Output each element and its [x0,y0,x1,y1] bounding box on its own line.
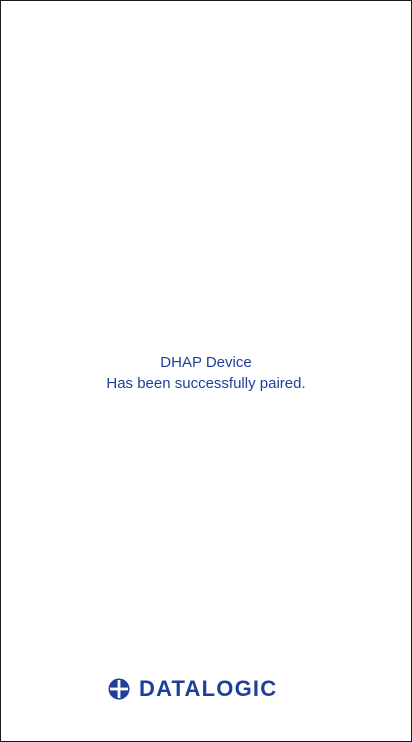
pairing-success-screen: DHAP Device Has been successfully paired… [0,0,412,742]
pairing-status-text: Has been successfully paired. [106,375,306,392]
datalogic-logo: DATALOGIC [108,677,277,701]
device-name: DHAP Device [160,354,252,371]
brand-name: DATALOGIC [139,676,278,701]
pairing-message: DHAP Device Has been successfully paired… [1,352,411,394]
datalogic-logo-icon [108,678,130,700]
